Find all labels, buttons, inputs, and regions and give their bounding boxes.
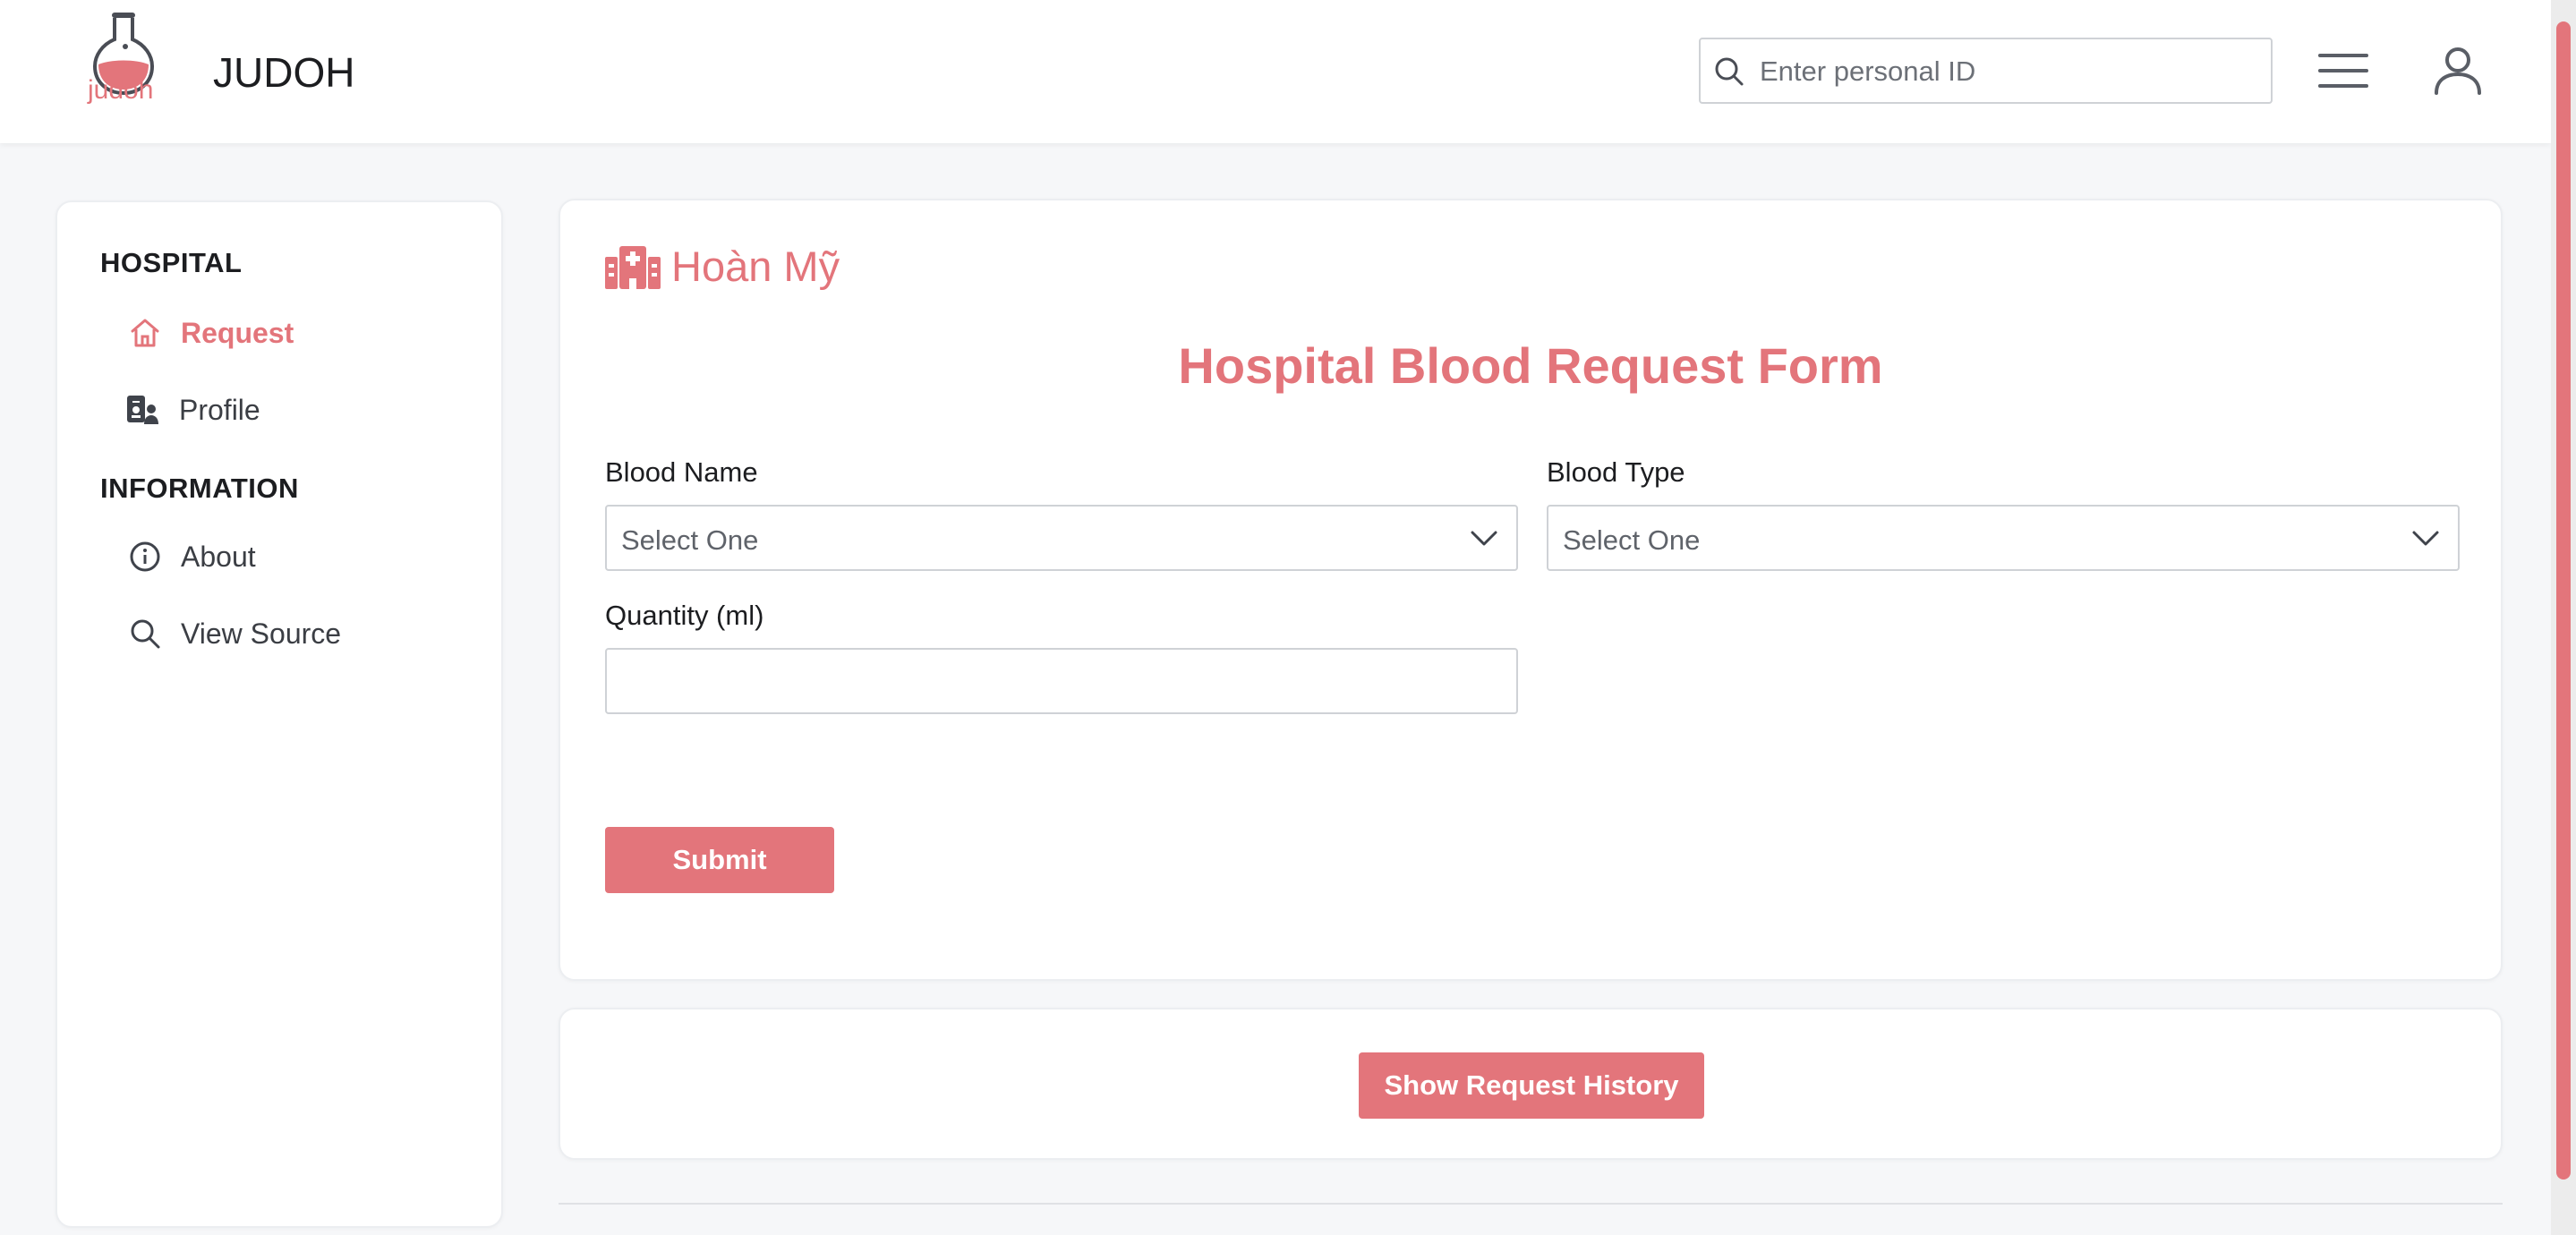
blood-name-select[interactable]: Select One xyxy=(605,505,1518,571)
sidebar-item-view-source[interactable]: View Source xyxy=(129,609,469,659)
personal-id-input[interactable] xyxy=(1760,48,2261,95)
hospital-name: Hoàn Mỹ xyxy=(671,243,840,290)
sidebar-item-label: Profile xyxy=(179,393,260,426)
top-navbar: judoh JUDOH xyxy=(0,0,2551,143)
page-scrollbar[interactable] xyxy=(2551,0,2576,1235)
chevron-down-icon xyxy=(2412,531,2439,546)
submit-button[interactable]: Submit xyxy=(605,827,834,893)
hospital-heading: Hoàn Mỹ xyxy=(605,242,840,291)
sidebar-item-profile[interactable]: Profile xyxy=(125,385,465,435)
user-account-icon[interactable] xyxy=(2433,45,2483,95)
sidebar-item-label: About xyxy=(181,540,256,573)
request-history-card: Show Request History xyxy=(559,1008,2503,1160)
quantity-input[interactable] xyxy=(605,648,1518,714)
search-icon xyxy=(1715,57,1744,86)
show-request-history-button[interactable]: Show Request History xyxy=(1359,1052,1704,1119)
id-card-icon xyxy=(127,396,158,424)
quantity-label: Quantity (ml) xyxy=(605,600,764,631)
personal-id-search xyxy=(1699,38,2273,104)
blood-type-select[interactable]: Select One xyxy=(1547,505,2460,571)
sidebar-item-label: Request xyxy=(181,316,294,349)
sidebar-item-label: View Source xyxy=(181,617,342,650)
chevron-down-icon xyxy=(1471,531,1497,546)
blood-type-value: Select One xyxy=(1563,524,1701,556)
blood-name-label: Blood Name xyxy=(605,456,758,488)
blood-name-value: Select One xyxy=(621,524,759,556)
sidebar-section-hospital: HOSPITAL xyxy=(100,247,243,278)
scrollbar-thumb[interactable] xyxy=(2556,21,2571,1180)
sidebar: HOSPITAL Request Profile INFORMATION Abo… xyxy=(55,200,503,1228)
blood-request-form-card: Hoàn Mỹ Hospital Blood Request Form Bloo… xyxy=(559,199,2503,981)
form-title: Hospital Blood Request Form xyxy=(1178,337,1883,394)
hamburger-menu-icon[interactable] xyxy=(2316,50,2370,91)
sidebar-item-request[interactable]: Request xyxy=(129,308,469,358)
sidebar-section-information: INFORMATION xyxy=(100,473,299,504)
blood-type-label: Blood Type xyxy=(1547,456,1685,488)
search-icon xyxy=(131,619,160,649)
content-divider xyxy=(559,1203,2503,1205)
app-title: JUDOH xyxy=(213,49,355,96)
sidebar-item-about[interactable]: About xyxy=(129,532,469,582)
logo-text: judoh xyxy=(88,75,154,105)
info-circle-icon xyxy=(130,541,160,572)
hospital-icon xyxy=(605,245,661,289)
home-icon xyxy=(131,319,159,347)
